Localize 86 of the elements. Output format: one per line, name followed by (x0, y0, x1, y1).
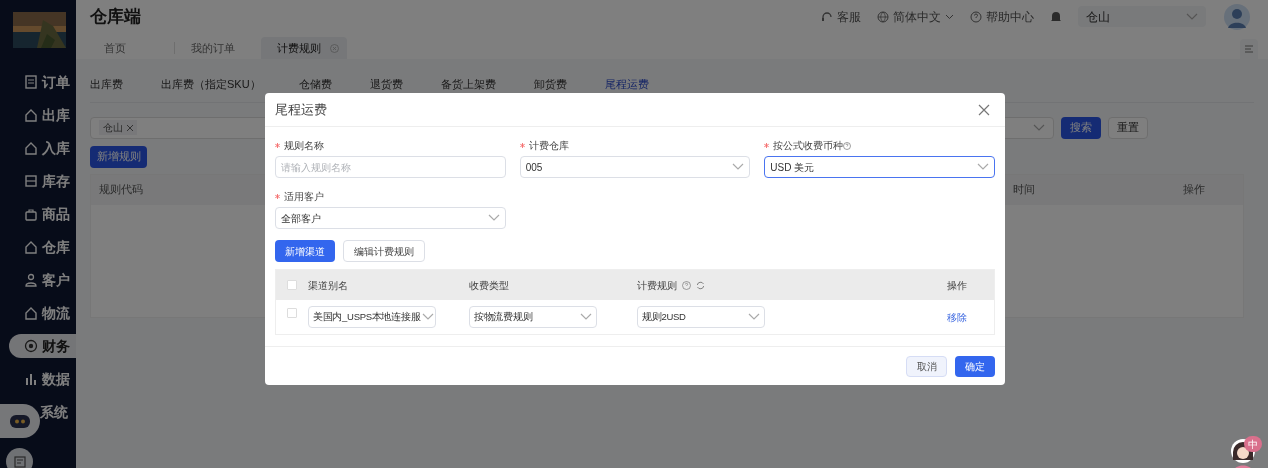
help-link[interactable]: 帮助中心 (970, 7, 1034, 26)
select-field[interactable]: 美国内_USPS本地连接服 (308, 306, 436, 328)
fee-tab[interactable]: 出库费（指定SKU） (161, 76, 261, 93)
checkbox[interactable] (287, 280, 297, 290)
column-header: 渠道别名 (308, 278, 348, 293)
cancel-button[interactable]: 取消 (906, 355, 947, 377)
sidebar-item[interactable]: 数据 (24, 367, 70, 391)
chevron-down-icon (1033, 123, 1045, 132)
help-icon (682, 280, 691, 290)
robot-icon (9, 413, 31, 429)
chevron-down-icon (748, 313, 760, 321)
user-icon (24, 273, 38, 287)
globe-icon (877, 10, 889, 23)
close-icon (127, 124, 133, 131)
select-field[interactable]: 005 (519, 156, 751, 178)
coin-icon (24, 339, 38, 353)
fee-tab[interactable]: 仓储费 (298, 76, 332, 93)
box-icon (24, 174, 38, 188)
dialog-title: 尾程运费 (275, 100, 327, 119)
input-field[interactable]: 请输入规则名称 (275, 156, 506, 178)
column-header: 时间 (1013, 183, 1035, 196)
chevron-down-icon (580, 313, 592, 321)
fee-tab[interactable]: 尾程运费 (604, 76, 649, 93)
house-icon (24, 108, 38, 122)
column-header: 操作 (1183, 183, 1205, 196)
fee-tab[interactable]: 出库费 (90, 76, 123, 93)
sidebar-item[interactable]: 客户 (24, 268, 70, 292)
document-icon (13, 455, 26, 468)
notes-button[interactable] (6, 448, 33, 468)
sidebar-item[interactable]: 出库 (24, 103, 70, 127)
select-field[interactable]: 全部客户 (275, 207, 506, 229)
sidebar-item[interactable]: 订单 (24, 70, 70, 94)
add-channel-button[interactable]: 新增渠道 (275, 240, 335, 262)
reset-button[interactable]: 重置 (1108, 116, 1148, 139)
select-field[interactable]: USD 美元 (764, 156, 995, 178)
column-header: 规则代码 (99, 183, 143, 196)
field-label: 按公式收费币种 (773, 139, 844, 153)
chevron-down-icon (732, 163, 745, 171)
bag-icon (24, 207, 38, 221)
chevron-down-icon (977, 163, 989, 171)
fee-tab[interactable]: 卸货费 (533, 76, 567, 93)
column-header: 计费规则 (637, 278, 677, 293)
select-field[interactable]: 按物流费规则 (469, 306, 597, 328)
house-icon (24, 306, 38, 320)
warehouse-select[interactable]: 仓山 (1078, 6, 1206, 27)
bell-icon (1050, 10, 1062, 23)
service-link[interactable]: 客服 (821, 7, 861, 26)
sidebar-item[interactable]: 库存 (24, 169, 70, 193)
fee-tab[interactable]: 退货费 (369, 76, 403, 93)
select-field[interactable]: 规则2USD (637, 306, 765, 328)
filter-tag: 仓山 (99, 120, 137, 135)
avatar-icon (1224, 3, 1250, 30)
chevron-down-icon (1186, 12, 1198, 21)
chevron-down-icon (422, 313, 435, 321)
assistant-button[interactable] (0, 404, 40, 438)
fee-tab[interactable]: 备货上架费 (440, 76, 496, 93)
document-icon (24, 75, 38, 89)
search-button[interactable]: 搜索 (1061, 116, 1101, 139)
sidebar-item[interactable]: 商品 (24, 202, 70, 226)
sidebar-item[interactable]: 仓库 (24, 235, 70, 259)
column-header: 操作 (946, 278, 967, 293)
sidebar-item[interactable]: 物流 (24, 301, 70, 325)
sidebar-item[interactable]: 财务 (9, 334, 76, 358)
page-tab[interactable]: 计费规则 (261, 37, 347, 59)
house-icon (24, 240, 38, 254)
field-label: 计费仓库 (528, 139, 569, 153)
column-header: 收费类型 (469, 278, 509, 293)
chevron-down-icon (487, 214, 500, 222)
app-title: 仓库端 (90, 5, 141, 28)
ok-button[interactable]: 确定 (955, 355, 995, 377)
sidebar-item[interactable]: 系统 (40, 400, 68, 424)
remove-link[interactable]: 移除 (946, 309, 967, 325)
field-label: 适用客户 (284, 190, 324, 204)
menu-icon (1245, 45, 1253, 53)
add-rule-button[interactable]: 新增规则 (90, 145, 147, 168)
bar-chart-icon (24, 372, 38, 386)
refresh-icon (696, 280, 705, 290)
help-icon (970, 10, 982, 23)
house-icon (24, 141, 38, 155)
field-label: 规则名称 (284, 139, 324, 153)
edit-rules-button[interactable]: 编辑计费规则 (343, 240, 425, 262)
language-menu[interactable]: 简体中文 (877, 7, 954, 26)
checkbox[interactable] (287, 308, 297, 318)
chevron-down-icon (945, 13, 954, 20)
close-icon (978, 103, 990, 116)
sidebar-item[interactable]: 入库 (24, 136, 70, 160)
